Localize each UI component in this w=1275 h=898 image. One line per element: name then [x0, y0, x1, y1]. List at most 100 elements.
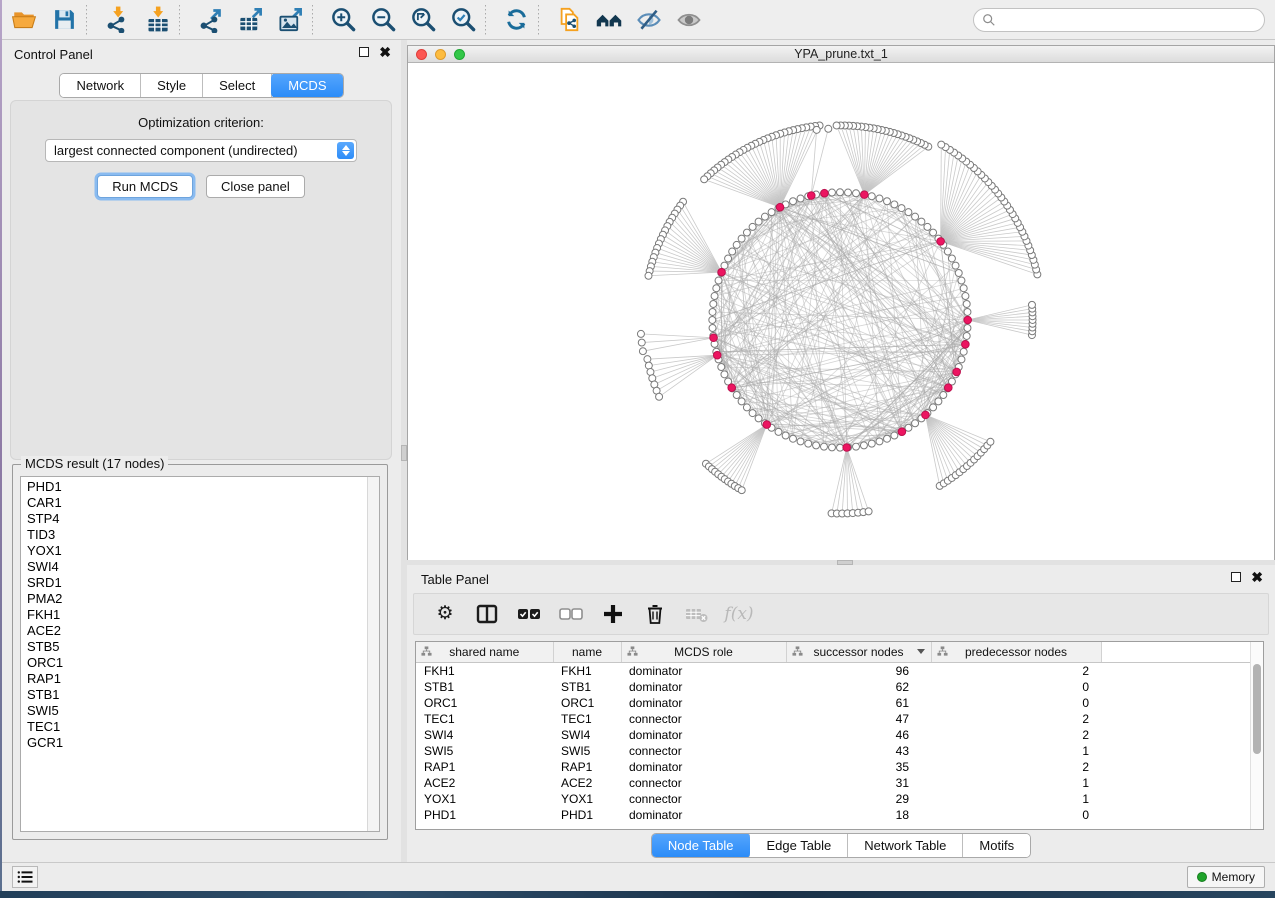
list-icon [17, 870, 33, 884]
refresh-button[interactable] [500, 4, 532, 36]
main-toolbar [2, 0, 1275, 40]
table-settings-button[interactable]: ⚙ [430, 599, 460, 629]
show-columns-button[interactable] [472, 599, 502, 629]
column-header-predecessor-nodes[interactable]: predecessor nodes [931, 642, 1101, 662]
table-row[interactable]: FKH1FKH1dominator962 [416, 662, 1251, 679]
show-all-button[interactable] [673, 4, 705, 36]
list-item[interactable]: RAP1 [21, 671, 366, 687]
export-network-icon [197, 6, 224, 33]
attribute-icon [627, 646, 638, 657]
list-item[interactable]: ORC1 [21, 655, 366, 671]
mcds-list: PHD1CAR1STP4TID3YOX1SWI4SRD1PMA2FKH1ACE2… [21, 479, 366, 751]
table-scrollbar[interactable] [1250, 642, 1263, 829]
first-neighbors-button[interactable] [593, 4, 625, 36]
mcds-list-scrollbar[interactable] [367, 477, 379, 831]
memory-button[interactable]: Memory [1187, 866, 1265, 888]
list-item[interactable]: YOX1 [21, 543, 366, 559]
column-header-mcds-role[interactable]: MCDS role [621, 642, 786, 662]
minimize-window-icon[interactable] [435, 49, 446, 60]
table-panel: Table Panel ✖ ⚙ [407, 565, 1275, 862]
table-row[interactable]: RAP1RAP1dominator352 [416, 759, 1251, 775]
desktop-edge-bottom [0, 891, 1275, 898]
float-panel-icon[interactable] [1231, 572, 1241, 582]
table-row[interactable]: SWI4SWI4dominator462 [416, 727, 1251, 743]
tab-edge-table[interactable]: Edge Table [750, 834, 848, 857]
list-item[interactable]: SRD1 [21, 575, 366, 591]
import-table-icon [144, 6, 171, 33]
tab-motifs[interactable]: Motifs [963, 834, 1030, 857]
list-item[interactable]: STB1 [21, 687, 366, 703]
list-item[interactable]: STP4 [21, 511, 366, 527]
close-panel-icon[interactable]: ✖ [379, 47, 391, 57]
table-row[interactable]: PHD1PHD1dominator180 [416, 807, 1251, 823]
delete-column-button[interactable] [640, 599, 670, 629]
table-row[interactable]: ORC1ORC1dominator610 [416, 695, 1251, 711]
network-window-title: YPA_prune.txt_1 [408, 46, 1274, 62]
list-item[interactable]: CAR1 [21, 495, 366, 511]
close-panel-icon[interactable]: ✖ [1251, 572, 1263, 582]
table-panel-header: Table Panel ✖ [407, 565, 1275, 591]
search-field[interactable] [973, 8, 1265, 32]
hide-selected-button[interactable] [633, 4, 665, 36]
optimization-criterion-select[interactable]: largest connected component (undirected) [45, 139, 357, 162]
mcds-result-list[interactable]: PHD1CAR1STP4TID3YOX1SWI4SRD1PMA2FKH1ACE2… [20, 476, 380, 832]
trash-icon [643, 602, 667, 626]
column-header-name[interactable]: name [553, 642, 621, 662]
column-header-shared-name[interactable]: shared name [416, 642, 553, 662]
table-scrollbar-thumb[interactable] [1253, 664, 1261, 754]
list-item[interactable]: TID3 [21, 527, 366, 543]
export-table-button[interactable] [234, 4, 266, 36]
tab-mcds[interactable]: MCDS [271, 73, 343, 98]
tab-network[interactable]: Network [60, 74, 141, 97]
list-item[interactable]: GCR1 [21, 735, 366, 751]
tab-style[interactable]: Style [141, 74, 203, 97]
zoom-in-button[interactable] [327, 4, 359, 36]
table-row[interactable]: TEC1TEC1connector472 [416, 711, 1251, 727]
column-header-successor-nodes[interactable]: successor nodes [786, 642, 931, 662]
tab-network-table[interactable]: Network Table [848, 834, 963, 857]
list-item[interactable]: SWI4 [21, 559, 366, 575]
list-item[interactable]: ACE2 [21, 623, 366, 639]
table-row[interactable]: STB1STB1dominator620 [416, 679, 1251, 695]
list-item[interactable]: TEC1 [21, 719, 366, 735]
network-canvas[interactable] [408, 63, 1274, 560]
zoom-selected-button[interactable] [447, 4, 479, 36]
tab-node-table[interactable]: Node Table [651, 833, 752, 858]
table-row[interactable]: YOX1YOX1connector291 [416, 791, 1251, 807]
network-window-titlebar[interactable]: YPA_prune.txt_1 [408, 46, 1274, 63]
select-all-columns-button[interactable] [514, 599, 544, 629]
task-history-button[interactable] [12, 866, 38, 888]
control-panel: Control Panel ✖ Network Style Select MCD… [2, 40, 401, 862]
import-table-button[interactable] [141, 4, 173, 36]
table-row[interactable]: ACE2ACE2connector311 [416, 775, 1251, 791]
memory-label: Memory [1212, 870, 1255, 884]
optimization-criterion-label: Optimization criterion: [11, 115, 391, 130]
list-item[interactable]: FKH1 [21, 607, 366, 623]
deselect-all-columns-button[interactable] [556, 599, 586, 629]
export-network-button[interactable] [194, 4, 226, 36]
network-graph[interactable] [408, 63, 1274, 560]
zoom-fit-button[interactable] [407, 4, 439, 36]
import-network-button[interactable] [101, 4, 133, 36]
open-file-button[interactable] [8, 4, 40, 36]
run-mcds-button[interactable]: Run MCDS [97, 175, 193, 198]
mcds-result-title: MCDS result (17 nodes) [21, 456, 168, 471]
list-item[interactable]: SWI5 [21, 703, 366, 719]
sort-descending-icon [917, 649, 925, 654]
tab-select[interactable]: Select [203, 74, 272, 97]
export-image-button[interactable] [274, 4, 306, 36]
float-panel-icon[interactable] [359, 47, 369, 57]
delete-table-icon [684, 601, 710, 627]
close-panel-button[interactable]: Close panel [206, 175, 305, 198]
table-row[interactable]: SWI5SWI5connector431 [416, 743, 1251, 759]
save-session-button[interactable] [48, 4, 80, 36]
maximize-window-icon[interactable] [454, 49, 465, 60]
close-window-icon[interactable] [416, 49, 427, 60]
create-column-button[interactable] [598, 599, 628, 629]
new-network-from-selection-button[interactable] [553, 4, 585, 36]
list-item[interactable]: PMA2 [21, 591, 366, 607]
list-item[interactable]: STB5 [21, 639, 366, 655]
search-input[interactable] [996, 11, 1264, 29]
list-item[interactable]: PHD1 [21, 479, 366, 495]
zoom-out-button[interactable] [367, 4, 399, 36]
